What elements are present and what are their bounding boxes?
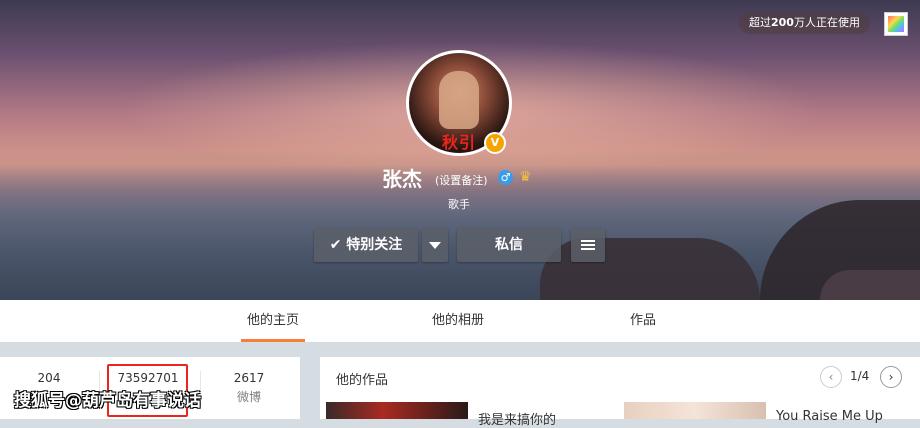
works-panel: 他的作品 ‹ 1/4 › 我是来搞你的 You Raise Me Up <box>320 357 920 428</box>
set-remark-link[interactable]: (设置备注) <box>435 172 488 188</box>
palette-icon[interactable] <box>884 12 908 36</box>
users-badge-suffix: 万人正在使用 <box>793 16 860 29</box>
chevron-left-icon[interactable]: ‹ <box>820 366 842 388</box>
menu-icon <box>581 238 595 252</box>
works-pager: 1/4 <box>850 369 870 383</box>
special-follow-label: 特别关注 <box>346 237 403 253</box>
crown-icon[interactable]: ♛ <box>519 170 536 185</box>
users-count-badge[interactable]: 超过200万人正在使用 <box>739 12 870 34</box>
cover-rock <box>820 270 920 300</box>
chevron-right-icon[interactable]: › <box>880 366 902 388</box>
male-icon: ♂ <box>498 170 513 185</box>
verified-badge-icon[interactable]: V <box>484 132 506 154</box>
more-button[interactable] <box>571 228 605 262</box>
users-badge-count: 200 <box>771 16 794 29</box>
users-badge-prefix: 超过 <box>749 16 771 29</box>
message-button[interactable]: 私信 <box>457 228 561 262</box>
work-thumbnail[interactable] <box>326 402 468 419</box>
works-title: 他的作品 <box>336 373 389 388</box>
posts-count[interactable]: 2617 微博 <box>204 371 294 405</box>
special-follow-button[interactable]: ✔ 特别关注 <box>314 228 418 262</box>
profile-title: 歌手 <box>448 198 470 211</box>
following-count-number: 204 <box>37 371 61 385</box>
posts-count-label: 微博 <box>236 390 261 404</box>
profile-name: 张杰 <box>382 167 422 191</box>
active-tab-indicator <box>241 339 305 342</box>
tab-album[interactable]: 他的相册 <box>432 300 484 342</box>
avatar-hand <box>439 71 479 129</box>
check-icon: ✔ <box>329 237 347 253</box>
work-title[interactable]: You Raise Me Up <box>776 409 883 424</box>
tab-home[interactable]: 他的主页 <box>247 300 299 342</box>
follow-dropdown-button[interactable] <box>422 228 448 262</box>
watermark: 搜狐号@葫芦岛有事说话 <box>14 391 201 411</box>
profile-tabs: 他的主页 他的相册 作品 <box>0 300 920 342</box>
posts-count-number: 2617 <box>233 371 265 385</box>
work-thumbnail[interactable] <box>624 402 766 419</box>
tab-works[interactable]: 作品 <box>630 300 656 342</box>
chevron-down-icon <box>429 241 441 249</box>
